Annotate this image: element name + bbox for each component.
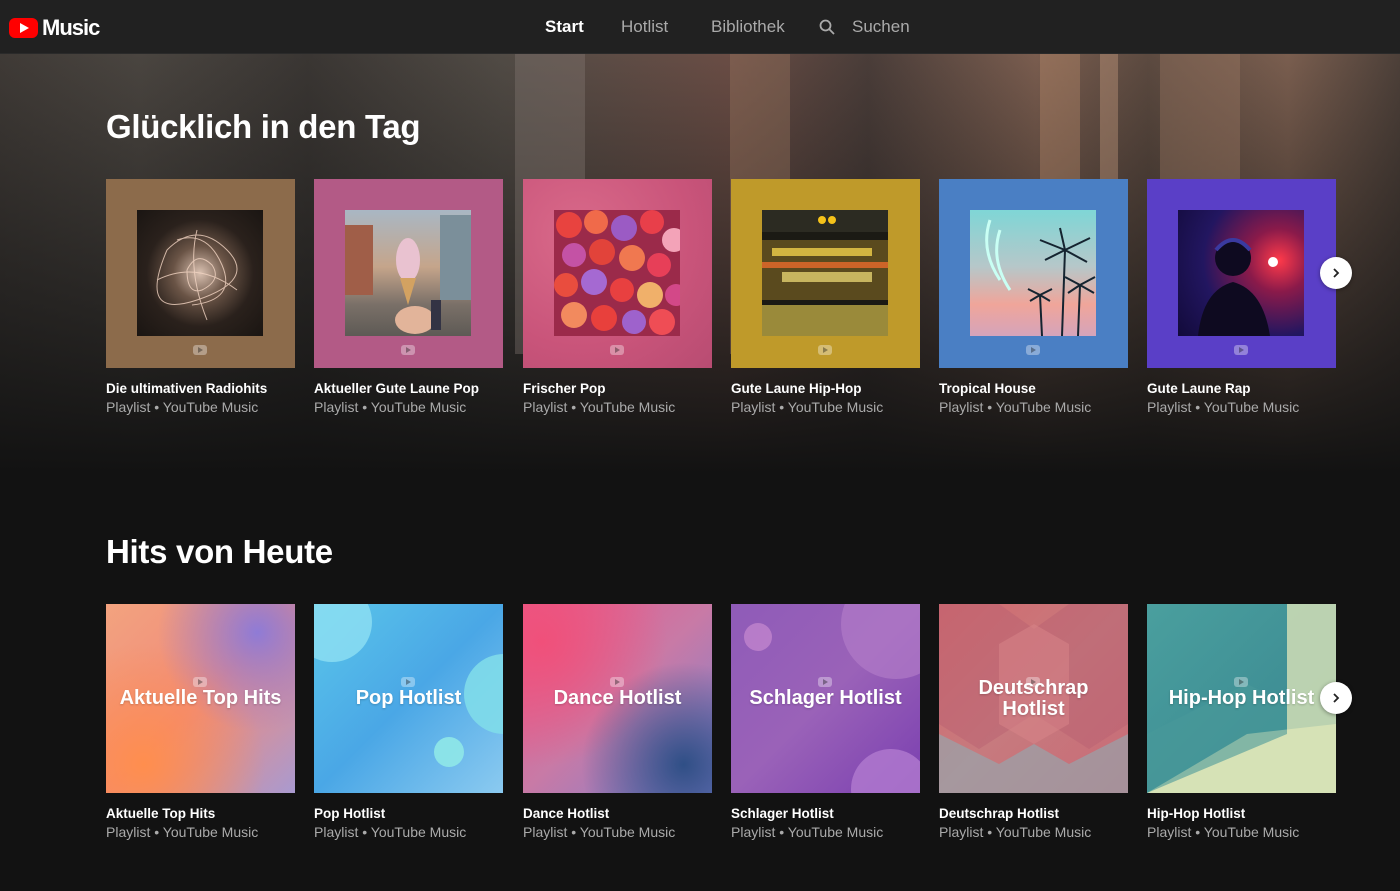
cover-image [554, 210, 687, 336]
card-title[interactable]: Dance Hotlist [523, 806, 712, 821]
dj-art [1198, 238, 1278, 336]
playlist-card[interactable]: Pop Hotlist Pop Hotlist Playlist • YouTu… [314, 604, 503, 840]
cover-image [762, 210, 888, 336]
youtube-icon [193, 345, 207, 355]
chevron-right-icon [1333, 693, 1340, 703]
top-bar: Music Start Hotlist Bibliothek Suchen [0, 0, 1400, 54]
nav-hotlist[interactable]: Hotlist [621, 17, 668, 37]
search-icon[interactable] [819, 19, 835, 35]
card-title[interactable]: Gute Laune Rap [1147, 381, 1336, 396]
playlist-cover: Hip-Hop Hotlist [1147, 604, 1336, 793]
playlist-cover: Dance Hotlist [523, 604, 712, 793]
card-subtitle: Playlist • YouTube Music [523, 399, 676, 415]
card-subtitle: Playlist • YouTube Music [523, 824, 676, 840]
playlist-cover [106, 179, 295, 368]
cover-image [137, 210, 263, 336]
card-subtitle: Playlist • YouTube Music [106, 399, 259, 415]
section-title: Glücklich in den Tag [106, 108, 421, 145]
cover-image [1178, 210, 1304, 336]
cover-title: Hip-Hop Hotlist [1168, 687, 1315, 709]
card-subtitle: Playlist • YouTube Music [1147, 399, 1300, 415]
playlist-cover [939, 179, 1128, 368]
card-title[interactable]: Gute Laune Hip-Hop [731, 381, 920, 396]
playlist-card[interactable]: Frischer Pop Playlist • YouTube Music [523, 179, 712, 415]
subway-art [762, 210, 888, 336]
nav-suchen[interactable]: Suchen [852, 17, 910, 37]
playlist-cover: Deutschrap Hotlist [939, 604, 1128, 793]
playlist-card[interactable]: Aktueller Gute Laune Pop Playlist • YouT… [314, 179, 503, 415]
playlist-cover [523, 179, 712, 368]
cover-title: Dance Hotlist [553, 687, 682, 709]
playlist-cover [314, 179, 503, 368]
card-title[interactable]: Frischer Pop [523, 381, 712, 396]
cover-title: Pop Hotlist [355, 687, 462, 709]
playlist-cover [1147, 179, 1336, 368]
sparkler-art [156, 229, 238, 321]
card-title[interactable]: Tropical House [939, 381, 1128, 396]
card-subtitle: Playlist • YouTube Music [731, 399, 884, 415]
card-subtitle: Playlist • YouTube Music [731, 824, 884, 840]
nav-start[interactable]: Start [545, 17, 584, 37]
card-subtitle: Playlist • YouTube Music [314, 399, 467, 415]
youtube-icon [1234, 345, 1248, 355]
main-nav: Start Hotlist Bibliothek Suchen [0, 0, 1400, 54]
playlist-card[interactable]: Gute Laune Rap Playlist • YouTube Music [1147, 179, 1336, 415]
playlist-cover [731, 179, 920, 368]
playlist-card[interactable]: Hip-Hop Hotlist Hip-Hop Hotlist Playlist… [1147, 604, 1336, 840]
card-title[interactable]: Aktuelle Top Hits [106, 806, 295, 821]
chevron-right-icon [1333, 268, 1340, 278]
palm-trees-art [985, 219, 1096, 337]
playlist-cover: Schlager Hotlist [731, 604, 920, 793]
nav-bibliothek[interactable]: Bibliothek [711, 17, 785, 37]
playlist-card[interactable]: Dance Hotlist Dance Hotlist Playlist • Y… [523, 604, 712, 840]
card-subtitle: Playlist • YouTube Music [939, 399, 1092, 415]
card-title[interactable]: Deutschrap Hotlist [939, 806, 1128, 821]
section-title: Hits von Heute [106, 533, 333, 570]
card-title[interactable]: Die ultimativen Radiohits [106, 381, 295, 396]
playlist-card[interactable]: Aktuelle Top Hits Aktuelle Top Hits Play… [106, 604, 295, 840]
card-title[interactable]: Aktueller Gute Laune Pop [314, 381, 503, 396]
youtube-icon [401, 345, 415, 355]
playlist-card[interactable]: Die ultimativen Radiohits Playlist • You… [106, 179, 295, 415]
playlist-card[interactable]: Deutschrap Hotlist Deutschrap Hotlist Pl… [939, 604, 1128, 840]
card-title[interactable]: Hip-Hop Hotlist [1147, 806, 1336, 821]
playlist-card[interactable]: Tropical House Playlist • YouTube Music [939, 179, 1128, 415]
cover-image [345, 210, 471, 336]
carousel-next-button[interactable] [1320, 682, 1352, 714]
card-title[interactable]: Schlager Hotlist [731, 806, 920, 821]
youtube-icon [1026, 345, 1040, 355]
playlist-card[interactable]: Schlager Hotlist Schlager Hotlist Playli… [731, 604, 920, 840]
playlist-cover: Pop Hotlist [314, 604, 503, 793]
playlist-cover: Aktuelle Top Hits [106, 604, 295, 793]
card-subtitle: Playlist • YouTube Music [314, 824, 467, 840]
playlist-card[interactable]: Gute Laune Hip-Hop Playlist • YouTube Mu… [731, 179, 920, 415]
card-subtitle: Playlist • YouTube Music [939, 824, 1092, 840]
ice-cream-art [345, 215, 471, 334]
card-title[interactable]: Pop Hotlist [314, 806, 503, 821]
pompoms-art [554, 210, 687, 335]
cover-title: Deutschrap Hotlist [978, 676, 1089, 720]
card-subtitle: Playlist • YouTube Music [1147, 824, 1300, 840]
carousel-next-button[interactable] [1320, 257, 1352, 289]
cover-title: Schlager Hotlist [749, 687, 902, 709]
cover-image [970, 210, 1096, 337]
youtube-icon [610, 345, 624, 355]
cover-title: Aktuelle Top Hits [119, 687, 282, 709]
card-subtitle: Playlist • YouTube Music [106, 824, 259, 840]
youtube-icon [818, 345, 832, 355]
